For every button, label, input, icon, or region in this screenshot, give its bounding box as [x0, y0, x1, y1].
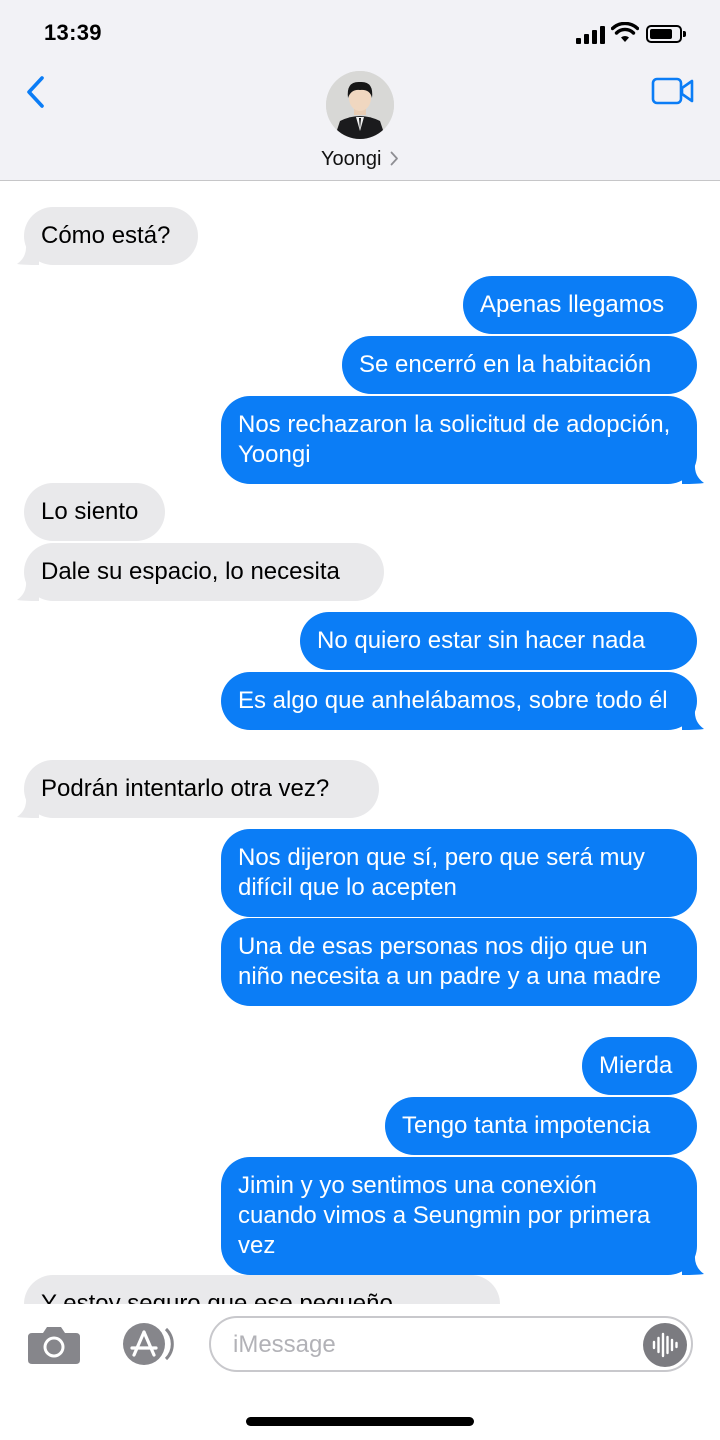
wifi-icon	[611, 22, 639, 42]
bubble-tail	[17, 581, 39, 601]
message-bubble-sent[interactable]: Se encerró en la habitación	[342, 336, 697, 394]
avatar[interactable]	[326, 71, 394, 139]
message-bubble-sent[interactable]: No quiero estar sin hacer nada	[300, 612, 697, 670]
message-bubble-received[interactable]: Podrán intentarlo otra vez?	[17, 760, 379, 818]
message-text: Podrán intentarlo otra vez?	[41, 775, 330, 802]
message-input[interactable]: iMessage	[209, 1316, 693, 1372]
bubble-tail	[682, 1255, 704, 1275]
message-bubble-sent[interactable]: Apenas llegamos	[463, 276, 697, 334]
message-text: Dale su espacio, lo necesita	[41, 558, 340, 585]
message-text: Apenas llegamos	[480, 291, 665, 318]
message-text: Cómo está?	[41, 222, 171, 249]
contact-name: Yoongi	[321, 148, 382, 170]
chevron-left-icon[interactable]	[20, 70, 56, 114]
message-text: Una de esas personas nos dijo que un niñ…	[238, 933, 661, 990]
message-placeholder: iMessage	[233, 1331, 336, 1358]
bubble-tail	[682, 710, 704, 730]
bubble-tail	[682, 464, 704, 484]
audio-waveform-icon[interactable]	[643, 1323, 687, 1367]
message-text: Nos rechazaron la solicitud de adopción,…	[238, 411, 671, 468]
message-text: Jimin y yo sentimos una conexión cuando …	[238, 1172, 651, 1259]
message-bubble-received[interactable]: Lo siento	[24, 483, 165, 541]
message-bubble-sent[interactable]: Nos dijeron que sí, pero que será muy di…	[221, 829, 697, 917]
message-bubble-sent[interactable]: Mierda	[582, 1037, 697, 1095]
bubble-tail	[17, 245, 39, 265]
bubble-tail	[17, 798, 39, 818]
message-text: Nos dijeron que sí, pero que será muy di…	[238, 844, 645, 901]
message-text: Es algo que anhelábamos, sobre todo él	[238, 687, 668, 714]
cellular-signal-icon	[576, 26, 606, 44]
battery-icon	[646, 25, 686, 43]
message-text: No quiero estar sin hacer nada	[317, 627, 646, 654]
home-indicator[interactable]	[246, 1417, 474, 1426]
message-text: Y estoy seguro que ese pequeño	[41, 1290, 393, 1304]
video-camera-icon[interactable]	[648, 74, 698, 108]
conversation-header: 13:39 Yoongi	[0, 0, 720, 181]
chevron-right-icon	[390, 151, 398, 166]
status-time: 13:39	[44, 20, 102, 45]
message-bubble-sent[interactable]: Nos rechazaron la solicitud de adopción,…	[221, 396, 704, 484]
app-store-icon[interactable]	[116, 1321, 176, 1367]
camera-icon[interactable]	[27, 1325, 81, 1365]
message-bubble-received[interactable]: Cómo está?	[17, 207, 198, 265]
message-text: Se encerró en la habitación	[359, 351, 652, 378]
message-text: Tengo tanta impotencia	[402, 1112, 651, 1139]
contact-name-button[interactable]: Yoongi	[0, 148, 720, 171]
message-bubble-sent[interactable]: Jimin y yo sentimos una conexión cuando …	[221, 1157, 704, 1275]
message-text: Lo siento	[41, 498, 139, 525]
message-list[interactable]: Cómo está? Apenas llegamos Se encerró en…	[0, 181, 720, 1304]
message-bubble-sent[interactable]: Una de esas personas nos dijo que un niñ…	[221, 918, 697, 1006]
message-text: Mierda	[599, 1052, 673, 1079]
message-bubble-received[interactable]: Y estoy seguro que ese pequeño	[24, 1275, 500, 1304]
message-bubble-sent[interactable]: Tengo tanta impotencia	[385, 1097, 697, 1155]
message-bubble-sent[interactable]: Es algo que anhelábamos, sobre todo él	[221, 672, 704, 730]
message-bubble-received[interactable]: Dale su espacio, lo necesita	[17, 543, 384, 601]
